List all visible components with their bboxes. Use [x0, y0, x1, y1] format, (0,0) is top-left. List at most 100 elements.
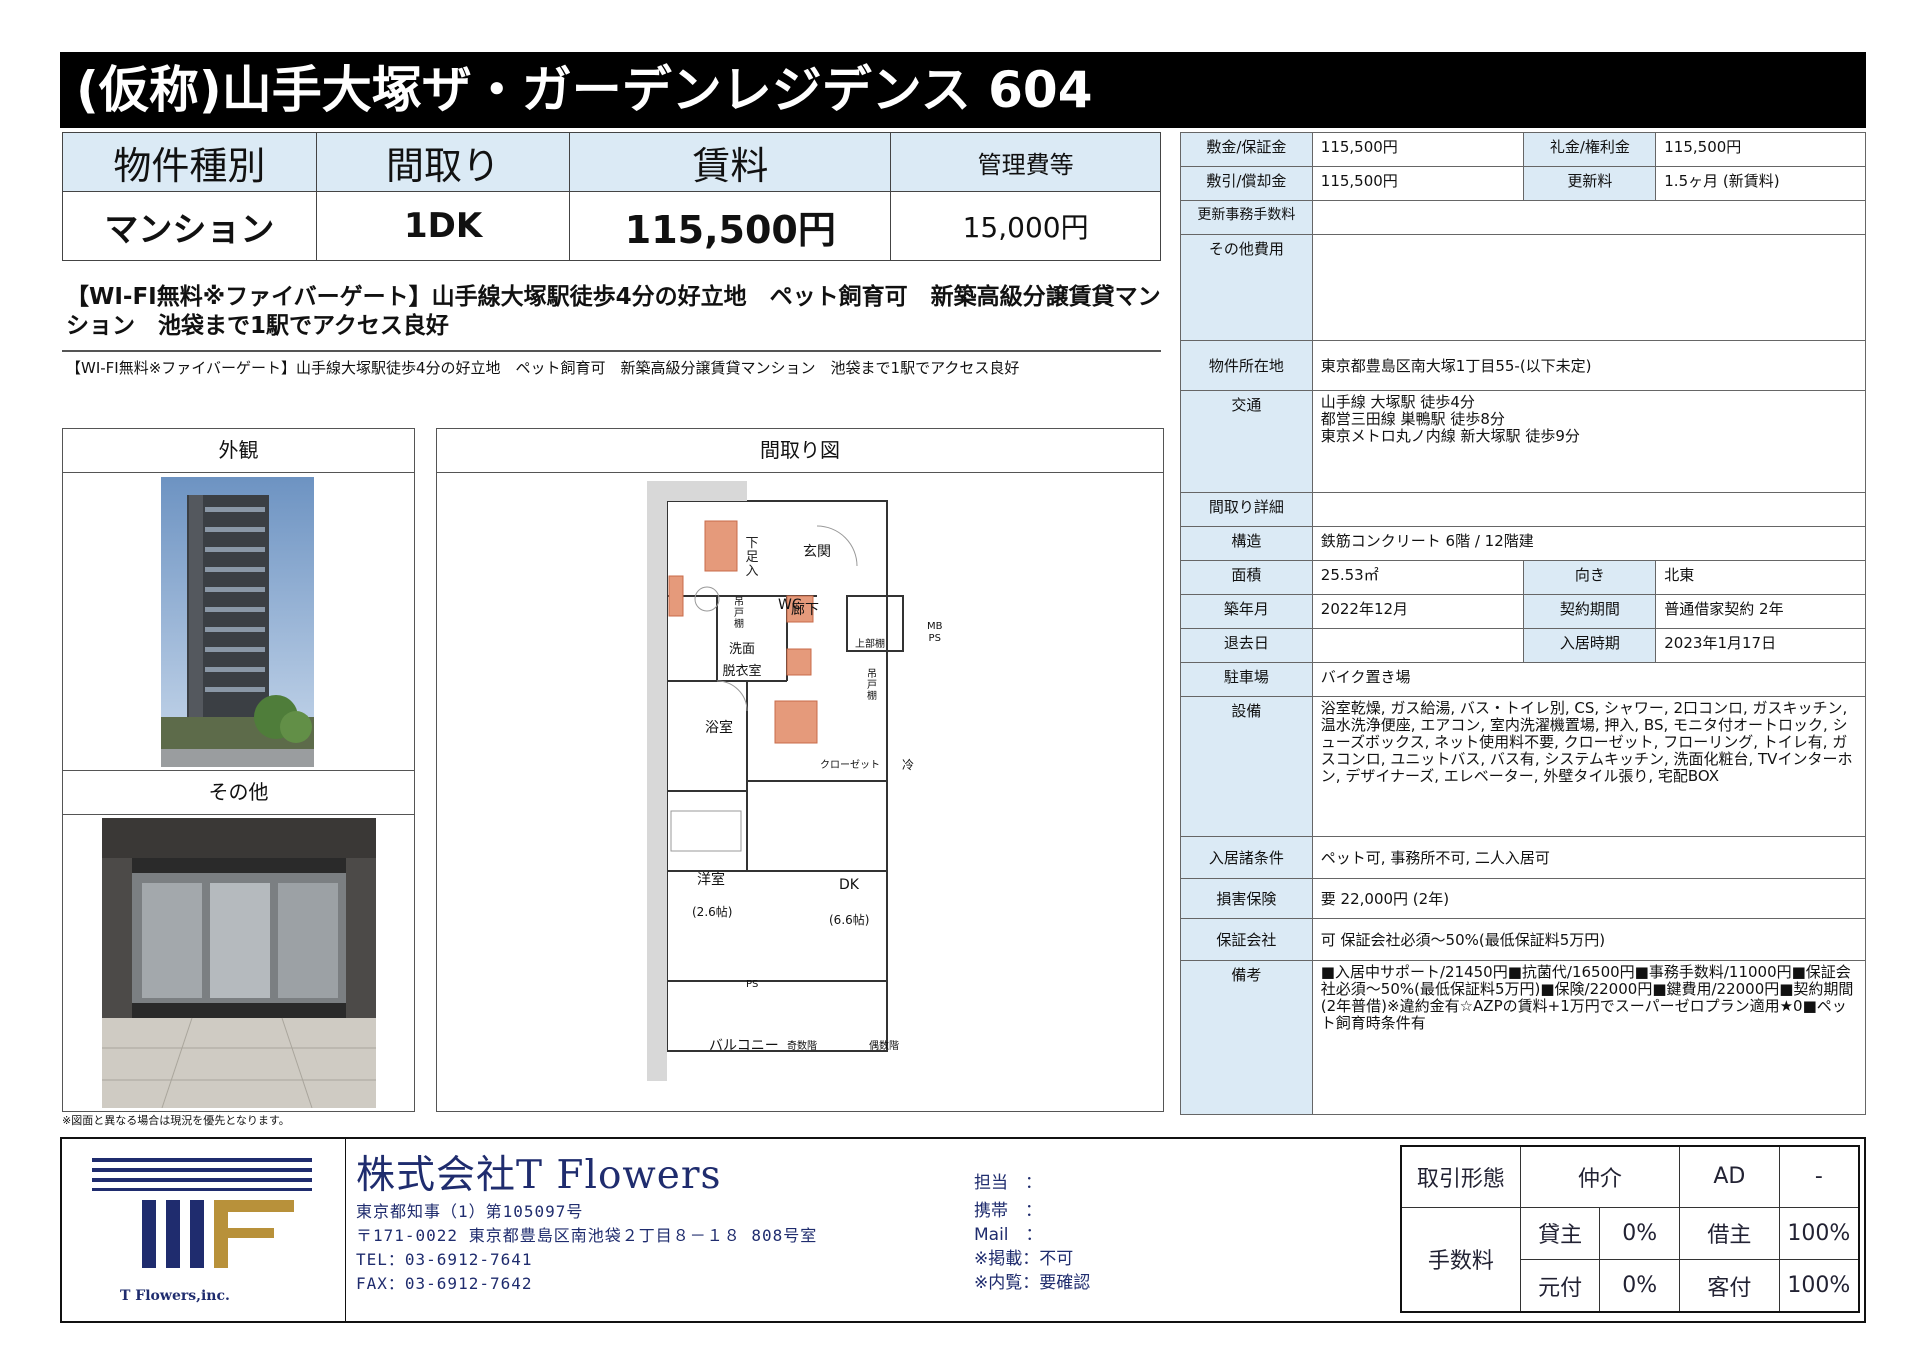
hallway-label: 廊下	[791, 602, 819, 618]
amortization-value: 115,500円	[1311, 166, 1525, 201]
management-fee-value: 15,000円	[890, 191, 1161, 261]
ps-label: PS	[746, 979, 759, 990]
disclaimer-note: ※図面と異なる場合は現況を優先となります。	[62, 1114, 290, 1127]
parking-value: バイク置き場	[1311, 662, 1867, 697]
conditions-label: 入居諸条件	[1180, 836, 1313, 879]
closet-label: クローゼット	[820, 760, 880, 771]
management-fee-header: 管理費等	[890, 132, 1161, 192]
key-money-label: 礼金/権利金	[1523, 132, 1657, 167]
deposit-label: 敷金/保証金	[1180, 132, 1313, 167]
logo-text: T Flowers,inc.	[120, 1288, 230, 1304]
move-in-value: 2023年1月17日	[1655, 628, 1866, 663]
exterior-photo	[161, 477, 314, 767]
entrance-photo	[102, 818, 376, 1108]
dk-size: (6.6帖)	[829, 913, 870, 927]
layout-header: 間取り	[315, 132, 571, 192]
conditions-value: ペット可, 事務所不可, 二人入居可	[1311, 836, 1867, 879]
built-value: 2022年12月	[1311, 594, 1525, 629]
exterior-panel: 外観	[62, 428, 415, 771]
renewal-label: 更新料	[1523, 166, 1657, 201]
lender-label: 貸主	[1519, 1206, 1601, 1261]
dk-label: DK	[839, 877, 859, 893]
tenant-value: 100%	[1778, 1206, 1860, 1261]
washroom-label: 洗面 脱衣室	[722, 642, 762, 679]
move-out-value	[1311, 628, 1525, 663]
source-value: 0%	[1599, 1259, 1681, 1313]
mail-field: Mail ：	[974, 1225, 1043, 1245]
area-label: 面積	[1180, 560, 1313, 595]
commission-label: 手数料	[1400, 1206, 1521, 1313]
bath-label: 浴室	[705, 720, 733, 736]
hanging-cabinet-right-label: 吊戸棚	[867, 669, 877, 702]
rent-header: 賃料	[569, 132, 892, 192]
floorplan-label: 間取り図	[437, 429, 1163, 473]
renewal-value: 1.5ヶ月 (新賃料)	[1655, 166, 1866, 201]
client-value: 100%	[1778, 1259, 1860, 1313]
page-title: (仮称)山手大塚ザ・ガーデンレジデンス 604	[60, 52, 1866, 128]
staff-field: 担当 ：	[974, 1173, 1042, 1193]
parking-label: 駐車場	[1180, 662, 1313, 697]
other-label: その他	[63, 771, 414, 815]
address-label: 物件所在地	[1180, 340, 1313, 391]
type-header: 物件種別	[62, 132, 317, 192]
contract-label: 契約期間	[1523, 594, 1657, 629]
transaction-label: 取引形態	[1400, 1145, 1521, 1208]
western-room-label: 洋室	[697, 872, 725, 888]
direction-label: 向き	[1523, 560, 1657, 595]
renewal-fee-value	[1311, 200, 1867, 235]
mbps-label: MB PS	[927, 621, 943, 644]
structure-value: 鉄筋コンクリート 6階 / 12階建	[1311, 526, 1867, 561]
move-in-label: 入居時期	[1523, 628, 1657, 663]
guarantor-value: 可 保証会社必須〜50%(最低保証料5万円)	[1311, 918, 1867, 961]
insurance-value: 要 22,000円 (2年)	[1311, 878, 1867, 919]
company-tel: TEL：03-6912-7641	[356, 1250, 533, 1269]
company-name: 株式会社T Flowers	[356, 1153, 722, 1198]
shoe-box-label: 下足入	[745, 536, 759, 579]
other-costs-value	[1311, 234, 1867, 341]
company-logo	[92, 1158, 312, 1268]
viewing-field: ※内覧：要確認	[974, 1273, 1091, 1293]
tenant-label: 借主	[1679, 1206, 1780, 1261]
layout-detail-label: 間取り詳細	[1180, 492, 1313, 527]
summary-table: 物件種別 間取り 賃料 管理費等 マンション 1DK 115,500円 15,0…	[62, 132, 1161, 261]
access-item: 山手線 大塚駅 徒歩4分	[1320, 393, 1475, 411]
renewal-fee-label: 更新事務手数料	[1180, 200, 1313, 235]
catch-copy-main: 【WI-FI無料※ファイバーゲート】山手線大塚駅徒歩4分の好立地 ペット飼育可 …	[66, 284, 1161, 339]
access-item: 東京メトロ丸ノ内線 新大塚駅 徒歩9分	[1320, 427, 1580, 445]
remarks-label: 備考	[1180, 960, 1313, 1115]
structure-label: 構造	[1180, 526, 1313, 561]
access-list: 山手線 大塚駅 徒歩4分 都営三田線 巣鴨駅 徒歩8分 東京メトロ丸ノ内線 新大…	[1311, 390, 1867, 493]
upper-shelf-label: 上部棚	[855, 639, 885, 650]
equipment-value: 浴室乾燥, ガス給湯, バス・トイレ別, CS, シャワー, 2口コンロ, ガス…	[1311, 696, 1867, 837]
contract-value: 普通借家契約 2年	[1655, 594, 1866, 629]
access-item: 都営三田線 巣鴨駅 徒歩8分	[1320, 410, 1505, 428]
lender-value: 0%	[1599, 1206, 1681, 1261]
other-panel: その他	[62, 770, 415, 1112]
built-label: 築年月	[1180, 594, 1313, 629]
key-money-value: 115,500円	[1655, 132, 1866, 167]
source-label: 元付	[1519, 1259, 1601, 1313]
floorplan-panel: 間取り図 下足入 玄関 吊戸棚 WC 廊下 上部棚 MB PS 洗面 脱衣室 吊…	[436, 428, 1164, 1112]
details-table: 敷金/保証金 115,500円 礼金/権利金 115,500円 敷引/償却金 1…	[1180, 132, 1867, 1115]
balcony-label: バルコニー	[709, 1038, 779, 1054]
publish-field: ※掲載：不可	[974, 1249, 1074, 1269]
hanging-cabinet-label: 吊戸棚	[734, 597, 744, 630]
rent-value: 115,500円	[569, 191, 892, 261]
other-costs-label: その他費用	[1180, 234, 1313, 341]
ad-label: AD	[1679, 1145, 1780, 1208]
deposit-value: 115,500円	[1311, 132, 1525, 167]
type-value: マンション	[62, 191, 317, 261]
guarantor-label: 保証会社	[1180, 918, 1313, 961]
amortization-label: 敷引/償却金	[1180, 166, 1313, 201]
move-out-label: 退去日	[1180, 628, 1313, 663]
access-label: 交通	[1180, 390, 1313, 493]
divider	[62, 350, 1161, 352]
transaction-value: 仲介	[1519, 1145, 1681, 1208]
even-floor-label: 偶数階	[869, 1041, 899, 1052]
odd-floor-label: 奇数階	[787, 1041, 817, 1052]
fridge-label: 冷	[902, 758, 915, 772]
entrance-label: 玄関	[803, 544, 831, 560]
equipment-label: 設備	[1180, 696, 1313, 837]
western-room-size: (2.6帖)	[692, 905, 733, 919]
footer-divider	[345, 1137, 346, 1323]
